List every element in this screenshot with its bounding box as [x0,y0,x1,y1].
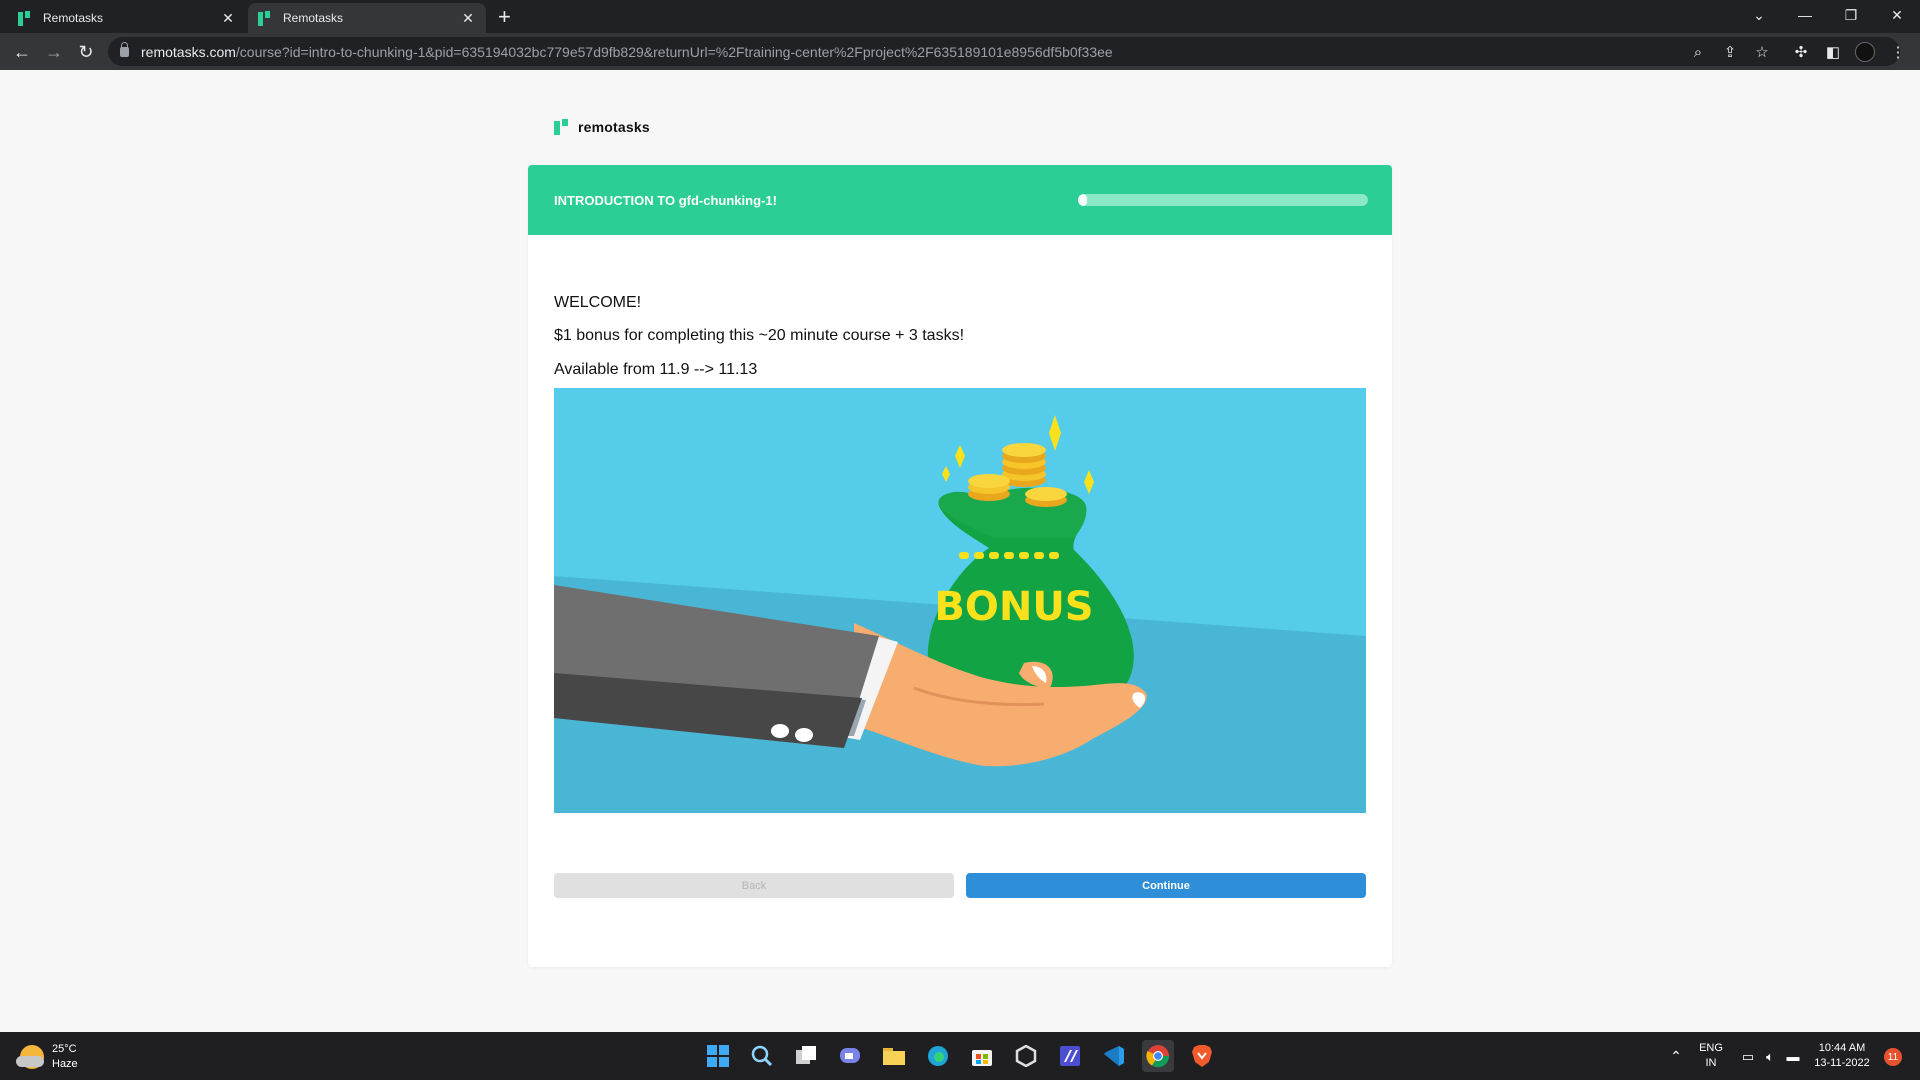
battery-icon[interactable]: ▬ [1782,1032,1804,1080]
profile-avatar-icon[interactable] [1855,42,1875,62]
region-code: IN [1705,1057,1717,1069]
minimize-icon[interactable]: — [1782,0,1828,30]
clock[interactable]: 10:44 AM 13-11-2022 [1810,1032,1874,1080]
zoom-icon[interactable]: ⌕ [1688,42,1708,62]
remotasks-logo[interactable]: remotasks [554,119,650,135]
bonus-description: $1 bonus for completing this ~20 minute … [554,327,965,344]
clock-date: 13-11-2022 [1814,1057,1870,1069]
clock-time: 10:44 AM [1818,1042,1866,1054]
haze-weather-icon [16,1045,44,1069]
bookmark-star-icon[interactable]: ☆ [1752,42,1772,62]
weather-widget[interactable]: 25°C Haze [16,1042,78,1072]
vscode-icon[interactable] [1098,1040,1130,1072]
browser-tab[interactable]: Remotasks ✕ [8,3,246,33]
course-progress-bar [1078,194,1368,206]
unity-hub-icon[interactable] [1010,1040,1042,1072]
url-domain: remotasks.com [141,43,236,60]
tab-search-icon[interactable]: ⌄ [1736,0,1782,30]
search-icon[interactable] [746,1040,778,1072]
tab-title: Remotasks [43,11,104,25]
cufflink-icon [771,724,789,738]
language-code: ENG [1699,1042,1723,1054]
windows-taskbar: 25°C Haze ⌃ ENG IN ▭ 🔈︎ ▬ 10:44 AM 13-11… [0,1032,1920,1080]
start-menu-icon[interactable] [702,1040,734,1072]
forward-arrow-icon[interactable]: → [42,40,66,64]
file-explorer-icon[interactable] [878,1040,910,1072]
notification-badge[interactable]: 11 [1884,1048,1902,1066]
browser-tab-bar: Remotasks ✕ Remotasks ✕ + ⌄ — ❐ ✕ [0,0,1920,33]
browser-toolbar: ← → ↻ remotasks.com/course?id=intro-to-c… [0,33,1920,70]
language-indicator[interactable]: ENG IN [1694,1032,1728,1080]
close-tab-icon[interactable]: ✕ [460,10,476,27]
tab-title: Remotasks [283,11,344,25]
extensions-icon[interactable]: ✣ [1791,42,1811,62]
availability-text: Available from 11.9 --> 11.13 [554,361,758,378]
weather-condition: Haze [52,1058,78,1070]
new-tab-icon[interactable]: + [498,4,511,30]
lock-icon [120,41,129,57]
course-progress-fill [1078,194,1087,206]
share-icon[interactable]: ⇪ [1720,42,1740,62]
chrome-icon[interactable] [1142,1040,1174,1072]
address-bar[interactable]: remotasks.com/course?id=intro-to-chunkin… [108,37,1900,66]
remotasks-favicon-icon [18,10,34,26]
menu-kebab-icon[interactable]: ⋮ [1888,42,1908,62]
remotasks-favicon-icon [258,10,274,26]
welcome-heading: WELCOME! [554,294,642,311]
course-title: INTRODUCTION TO gfd-chunking-1! [554,193,777,208]
bonus-label: BONUS [934,584,1093,630]
back-button[interactable]: Back [554,873,954,898]
side-panel-icon[interactable]: ◧ [1823,42,1843,62]
task-view-icon[interactable] [790,1040,822,1072]
browser-tab-active[interactable]: Remotasks ✕ [248,3,486,33]
back-arrow-icon[interactable]: ← [10,40,34,64]
microsoft-store-icon[interactable] [966,1040,998,1072]
bonus-illustration: BONUS [554,388,1366,813]
remotasks-logo-icon [554,119,568,135]
network-icon[interactable]: ▭ [1738,1032,1758,1080]
course-header: INTRODUCTION TO gfd-chunking-1! [528,165,1392,235]
url-path: /course?id=intro-to-chunking-1&pid=63519… [235,43,1113,60]
volume-icon[interactable]: 🔈︎ [1760,1032,1780,1080]
cufflink-icon [795,728,813,742]
teams-chat-icon[interactable] [834,1040,866,1072]
app-launcher-icon[interactable] [1054,1040,1086,1072]
temperature: 25°C [52,1043,77,1055]
continue-button[interactable]: Continue [966,873,1366,898]
course-card: INTRODUCTION TO gfd-chunking-1! WELCOME!… [528,165,1392,967]
logo-text: remotasks [578,119,650,135]
close-window-icon[interactable]: ✕ [1874,0,1920,30]
close-tab-icon[interactable]: ✕ [220,10,236,27]
restore-icon[interactable]: ❐ [1828,0,1874,30]
reload-icon[interactable]: ↻ [74,40,98,64]
show-hidden-icons-chevron-icon[interactable]: ⌃ [1664,1032,1688,1080]
edge-browser-icon[interactable] [922,1040,954,1072]
brave-browser-icon[interactable] [1186,1040,1218,1072]
